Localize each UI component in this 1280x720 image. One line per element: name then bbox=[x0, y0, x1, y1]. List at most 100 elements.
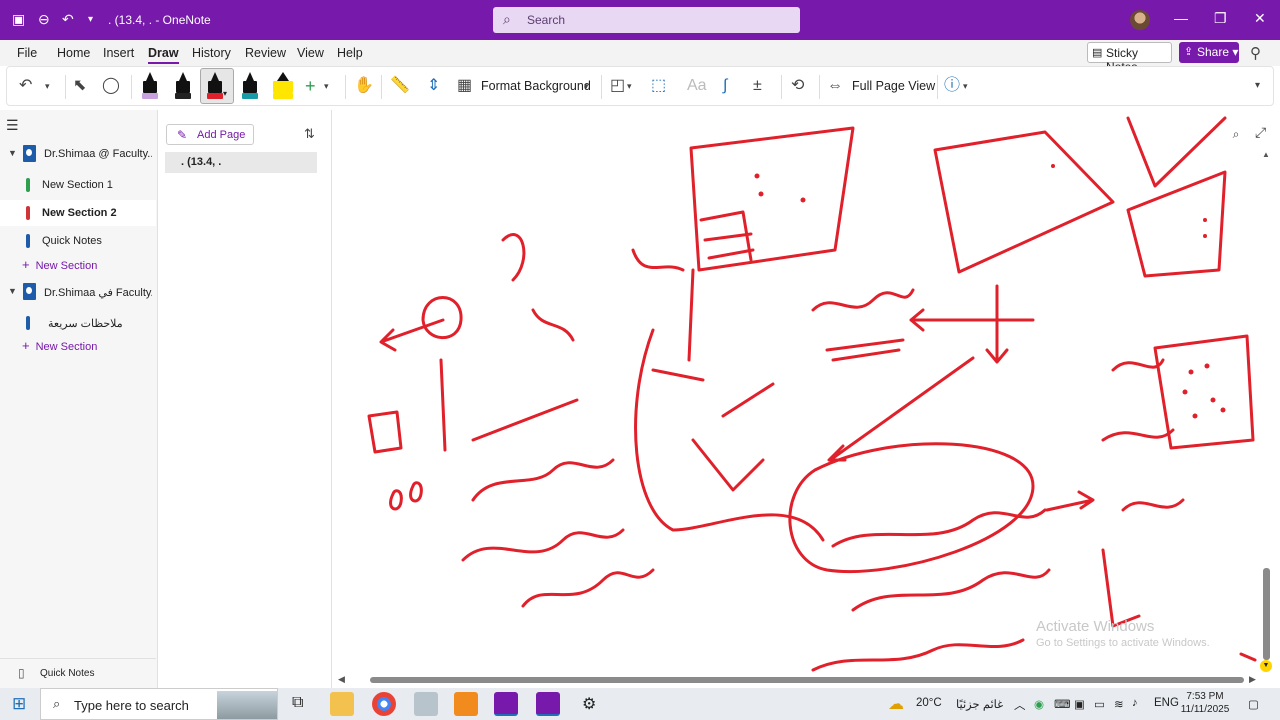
collapse-ribbon-icon[interactable]: ▾ bbox=[1255, 75, 1260, 97]
clock[interactable]: 7:53 PM 11/11/2025 bbox=[1180, 690, 1230, 716]
menu-review[interactable]: Review bbox=[245, 46, 286, 60]
horizontal-scroll-thumb[interactable] bbox=[370, 677, 1244, 683]
section-item[interactable]: ملاحظات سريعة bbox=[0, 310, 156, 336]
quick-notes-footer[interactable]: ▯ Quick Notes bbox=[0, 658, 156, 688]
scroll-up-icon[interactable]: ▲ bbox=[1262, 150, 1270, 159]
watermark-line-1: Activate Windows bbox=[1036, 618, 1155, 635]
ink-to-shape-icon[interactable]: ⬚ bbox=[651, 75, 666, 97]
highlighter-yellow-icon[interactable] bbox=[269, 69, 297, 103]
math-icon[interactable]: ± bbox=[753, 75, 762, 97]
canvas-search-icon[interactable]: ⌕ bbox=[1226, 124, 1246, 144]
notifications-icon[interactable]: ▢ bbox=[1248, 697, 1259, 711]
chevron-down-icon[interactable]: ▼ bbox=[8, 286, 17, 296]
chrome-icon[interactable] bbox=[372, 692, 396, 716]
section-item-active[interactable]: New Section 2 bbox=[0, 200, 156, 226]
section-item[interactable]: Quick Notes bbox=[0, 228, 156, 254]
insert-space-icon[interactable]: ⇕ bbox=[427, 75, 440, 97]
language-indicator[interactable]: ENG bbox=[1154, 697, 1179, 709]
menu-insert[interactable]: Insert bbox=[103, 46, 134, 60]
undo-icon[interactable]: ↶ bbox=[19, 75, 32, 97]
task-view-icon[interactable]: ⧉ bbox=[292, 694, 303, 712]
section-item[interactable]: New Section 1 bbox=[0, 172, 156, 198]
note-canvas[interactable] bbox=[333, 110, 1258, 676]
file-explorer-icon[interactable] bbox=[330, 692, 354, 716]
wifi-icon[interactable]: ≋ bbox=[1114, 697, 1124, 711]
restore-icon[interactable]: ❐ bbox=[1214, 10, 1227, 27]
menu-view[interactable]: View bbox=[297, 46, 324, 60]
avatar[interactable] bbox=[1130, 10, 1150, 30]
format-background-icon[interactable]: ▦ bbox=[457, 75, 472, 97]
weather-icon[interactable]: ☁ bbox=[888, 694, 904, 714]
vertical-scroll-thumb[interactable] bbox=[1263, 568, 1270, 660]
horizontal-scrollbar[interactable]: ◀ ▶ bbox=[333, 674, 1258, 686]
help-dropdown-icon[interactable]: ▾ bbox=[963, 75, 968, 97]
undo-icon[interactable]: ↶ bbox=[62, 11, 74, 28]
full-page-view-label[interactable]: Full Page View bbox=[852, 75, 935, 97]
notebook-item-2[interactable]: ▼ Dr.Shimaa في Faculty... bbox=[0, 278, 156, 306]
close-icon[interactable]: ✕ bbox=[1254, 10, 1266, 27]
menu-home[interactable]: Home bbox=[57, 46, 90, 60]
minimize-icon[interactable]: — bbox=[1174, 10, 1188, 26]
add-section-button[interactable]: + New Section bbox=[22, 338, 97, 353]
add-pen-dropdown-icon[interactable]: ▾ bbox=[324, 75, 329, 97]
shapes-dropdown-icon[interactable]: ▾ bbox=[627, 75, 632, 97]
search-box[interactable]: ⌕ Search bbox=[493, 7, 800, 33]
pen-purple-icon[interactable] bbox=[139, 69, 161, 103]
scroll-right-icon[interactable]: ▶ bbox=[1249, 674, 1256, 685]
share-button[interactable]: ⇪ Share ▾ bbox=[1179, 42, 1239, 63]
lasso-tool-icon[interactable]: ◯ bbox=[102, 75, 120, 97]
select-tool-icon[interactable]: ⬉ bbox=[73, 75, 86, 97]
weather-temp[interactable]: 20°C bbox=[916, 697, 942, 709]
sort-icon[interactable]: ⇅ bbox=[304, 126, 315, 142]
tray-app-icon[interactable]: ◉ bbox=[1034, 697, 1044, 711]
ink-scribble-arabic-4 bbox=[831, 508, 1047, 548]
taskbar-search-box[interactable]: ⌕ Type here to search bbox=[40, 688, 278, 720]
format-background-label[interactable]: Format Background bbox=[481, 75, 591, 97]
battery-icon[interactable]: ▭ bbox=[1094, 697, 1105, 711]
volume-icon[interactable]: ♪ bbox=[1132, 697, 1138, 709]
menu-history[interactable]: History bbox=[192, 46, 231, 60]
vertical-scrollbar[interactable]: ▲ ▼ bbox=[1258, 150, 1274, 676]
full-page-view-icon[interactable]: ⇔ bbox=[827, 75, 843, 97]
people-icon[interactable]: ⚲ bbox=[1250, 44, 1261, 62]
ink-to-math-icon[interactable]: ∫ bbox=[723, 75, 727, 97]
chevron-up-icon[interactable]: ︿ bbox=[1014, 697, 1026, 713]
windows-start-icon[interactable]: ⊞ bbox=[12, 694, 26, 714]
add-page-button[interactable]: ✎ Add Page bbox=[166, 124, 254, 145]
page-item[interactable]: . (13.4, . bbox=[165, 152, 317, 173]
menu-file[interactable]: File bbox=[17, 46, 37, 60]
onenote-2-taskbar-icon[interactable] bbox=[536, 692, 560, 716]
ink-replay-icon[interactable]: ⟲ bbox=[791, 75, 804, 97]
menu-icon[interactable]: ☰ bbox=[6, 117, 19, 134]
menu-help[interactable]: Help bbox=[337, 46, 363, 60]
ribbon-divider bbox=[937, 75, 938, 99]
menu-draw[interactable]: Draw bbox=[148, 46, 179, 64]
shapes-icon[interactable]: ◰ bbox=[610, 75, 625, 97]
scroll-down-icon[interactable]: ▼ bbox=[1260, 660, 1272, 672]
add-pen-icon[interactable]: + bbox=[305, 75, 316, 97]
customize-qat-icon[interactable]: ▾ bbox=[88, 14, 93, 25]
pen-teal-icon[interactable] bbox=[239, 69, 261, 103]
calculator-icon[interactable] bbox=[414, 692, 438, 716]
back-icon[interactable]: ⊖ bbox=[38, 11, 50, 28]
weather-text[interactable]: غائم جزئيًا bbox=[956, 697, 1003, 711]
app-orange-icon[interactable] bbox=[454, 692, 478, 716]
chevron-down-icon[interactable]: ▼ bbox=[8, 148, 17, 158]
ruler-icon[interactable]: 📏 bbox=[390, 75, 410, 97]
scroll-left-icon[interactable]: ◀ bbox=[338, 674, 345, 685]
sticky-notes-button[interactable]: ▤ Sticky Notes bbox=[1087, 42, 1172, 74]
format-background-dropdown-icon[interactable]: ▾ bbox=[584, 75, 589, 97]
add-section-button[interactable]: + New Section bbox=[22, 257, 97, 272]
settings-icon[interactable]: ⚙ bbox=[582, 694, 596, 714]
pen-red-icon[interactable]: ▾ bbox=[200, 68, 234, 104]
hand-pan-icon[interactable]: ✋ bbox=[354, 75, 374, 97]
tray-icon[interactable]: ▣ bbox=[1074, 697, 1085, 711]
help-icon[interactable]: ⓘ bbox=[944, 75, 960, 97]
onenote-taskbar-icon[interactable] bbox=[494, 692, 518, 716]
expand-icon[interactable]: ⤢ bbox=[1255, 124, 1266, 141]
meet-icon[interactable]: ⌨ bbox=[1054, 697, 1071, 711]
undo-dropdown-icon[interactable]: ▾ bbox=[45, 75, 50, 97]
notebook-item-1[interactable]: ▼ Dr.Shimaa @ Faculty... bbox=[0, 140, 156, 168]
pen-black-icon[interactable] bbox=[172, 69, 194, 103]
ink-to-text-icon: Aa bbox=[687, 77, 707, 94]
